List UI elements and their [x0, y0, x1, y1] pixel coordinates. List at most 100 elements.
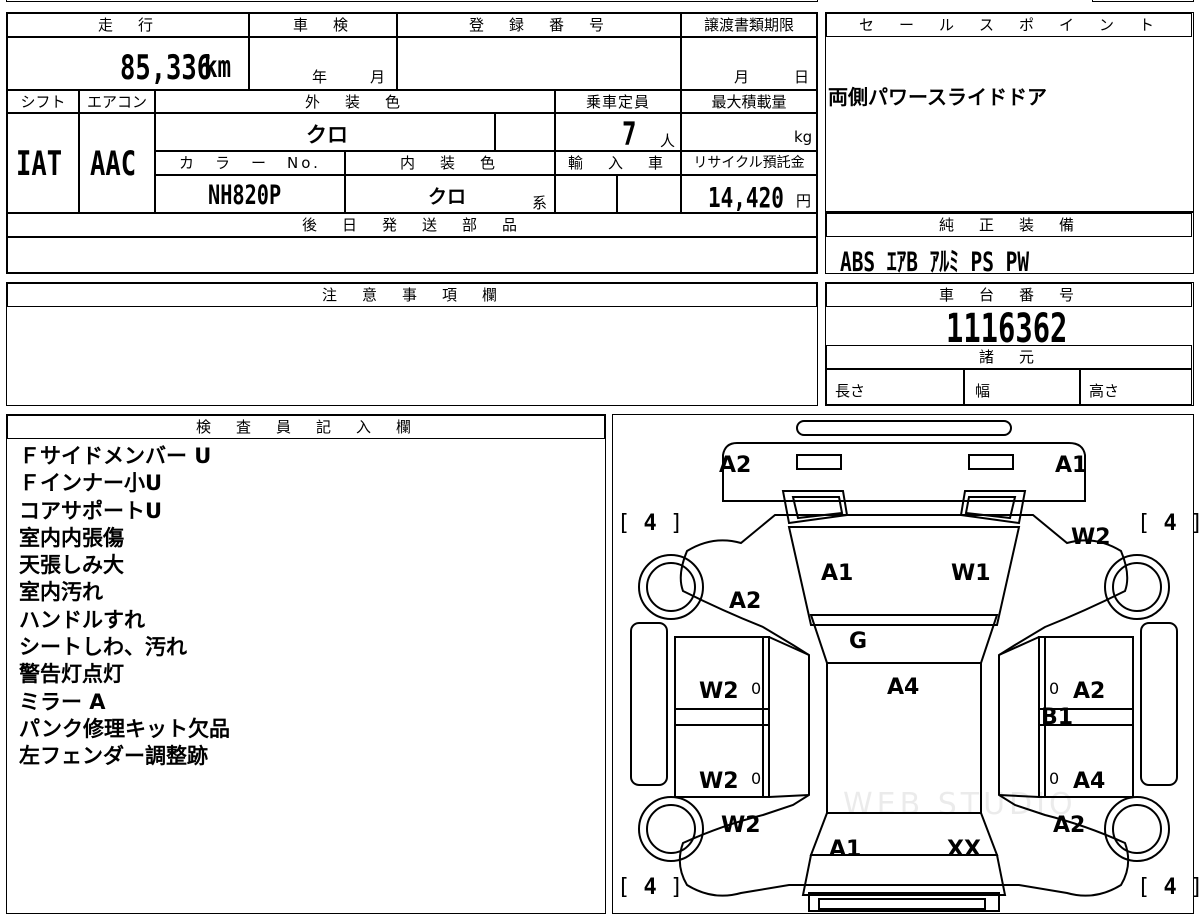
inspection-header: 車 検 [249, 13, 397, 37]
color-no-header: カ ラ ー No. [155, 151, 345, 175]
spec-height-label: 高さ [1089, 382, 1120, 400]
car-outline-diagram [630, 420, 1178, 912]
recycle-cell: 14,420 円 [681, 175, 817, 214]
inspector-note: Ｆサイドメンバー U [19, 444, 212, 468]
damage-left-front-fender: A2 [729, 589, 762, 614]
color-no-cell: NH820P [155, 175, 345, 213]
spec-height-cell: 高さ [1080, 369, 1192, 405]
transfer-month-label: 月 [734, 68, 750, 86]
inspector-note: 左フェンダー調整跡 [19, 744, 208, 769]
import-header: 輸 入 車 [555, 151, 681, 175]
inspector-note: 室内内張傷 [19, 525, 124, 550]
max-load-unit: kg [794, 128, 813, 146]
ac-header: エアコン [79, 90, 155, 113]
shift-value: IAT [16, 144, 63, 184]
max-load-header: 最大積載量 [681, 90, 817, 113]
mileage-cell: 85,336 km [7, 37, 249, 90]
tire-label-rear-right: [ 4 ] [1137, 875, 1200, 900]
inspector-box: 検 査 員 記 入 欄 Ｆサイドメンバー U Ｆインナー小U コアサポートU 室… [6, 414, 606, 914]
interior-color-value: クロ [428, 186, 467, 208]
damage-front-left-corner: A2 [719, 453, 752, 478]
spec-length-cell: 長さ [826, 369, 964, 405]
import-cell-b [617, 175, 681, 213]
sales-point-header: セ ー ル ス ポ イ ン ト [826, 13, 1192, 37]
notes-box: 注 意 事 項 欄 [6, 282, 818, 406]
chassis-box: 車 台 番 号 1116362 諸 元 長さ 幅 高さ [825, 282, 1194, 406]
recycle-header: リサイクル預託金 [681, 151, 817, 175]
exterior-color-cell: クロ [155, 113, 495, 151]
inspector-note: 警告灯点灯 [19, 662, 124, 687]
transfer-deadline-header: 譲渡書類期限 [681, 13, 817, 37]
inspector-note: ハンドルすれ [19, 607, 145, 632]
recycle-unit: 円 [796, 192, 812, 210]
exterior-color-header: 外 装 色 [155, 90, 555, 113]
max-load-cell: kg [681, 113, 817, 151]
import-cell-a [555, 175, 617, 213]
capacity-unit: 人 [660, 132, 676, 150]
capacity-value: 7 [622, 115, 637, 153]
damage-hood-left: A1 [821, 561, 854, 586]
inspector-note: 室内汚れ [19, 580, 103, 605]
later-parts-header: 後 日 発 送 部 品 [7, 213, 817, 237]
mileage-header: 走 行 [7, 13, 249, 37]
inspector-header: 検 査 員 記 入 欄 [7, 415, 605, 439]
inspection-cell: 年 月 [249, 37, 397, 90]
inspector-note: シートしわ、汚れ [19, 635, 187, 660]
car-diagram-box: [ 4 ] [ 4 ] [ 4 ] [ 4 ] A2 A1 A1 W1 A2 W… [612, 414, 1200, 914]
ac-value: AAC [90, 144, 137, 184]
transfer-day-label: 日 [794, 68, 810, 86]
registration-cell [397, 37, 681, 90]
damage-left-front-door: W2 [699, 679, 739, 704]
inspector-note: コアサポートU [19, 498, 163, 523]
sales-point-box: セ ー ル ス ポ イ ン ト 両側パワースライドドア [825, 12, 1194, 212]
zero-mark: 0 [751, 769, 762, 788]
damage-left-rear-door: W2 [699, 769, 739, 794]
damage-front-right-corner: A1 [1055, 453, 1088, 478]
damage-roof: A4 [887, 675, 920, 700]
inspector-notes-list: Ｆサイドメンバー U Ｆインナー小U コアサポートU 室内内張傷 天張しみ大 室… [19, 443, 230, 771]
spec-width-label: 幅 [975, 382, 991, 400]
color-no-value: NH820P [208, 180, 282, 211]
ac-cell: AAC [79, 113, 155, 213]
damage-windshield: G [849, 629, 868, 654]
standard-equipment-header: 純 正 装 備 [826, 213, 1192, 237]
inspector-note: Ｆインナー小U [19, 471, 163, 496]
damage-left-rear-fender: W2 [721, 813, 761, 838]
zero-mark: 0 [1049, 769, 1060, 788]
damage-rear-left: A1 [829, 837, 862, 862]
inspector-note: パンク修理キット欠品 [19, 716, 231, 741]
interior-color-suffix: 系 [532, 194, 548, 212]
top-strip [6, 0, 818, 2]
zero-mark: 0 [1049, 679, 1060, 698]
shift-header: シフト [7, 90, 79, 113]
interior-color-cell: クロ 系 [345, 175, 555, 213]
damage-right-rear-door: A4 [1073, 769, 1106, 794]
registration-header: 登 録 番 号 [397, 13, 681, 37]
notes-header: 注 意 事 項 欄 [7, 283, 817, 307]
sales-point-text: 両側パワースライドドア [828, 85, 1047, 109]
transfer-cell: 月 日 [681, 37, 817, 90]
zero-mark: 0 [751, 679, 762, 698]
later-parts-cell [7, 237, 817, 273]
exterior-color-value: クロ [306, 123, 348, 147]
damage-right-front-fender: W2 [1071, 525, 1111, 550]
watermark: WEB STUDIO [843, 787, 1077, 822]
capacity-cell: 7 人 [555, 113, 681, 153]
capacity-header: 乗車定員 [555, 90, 681, 113]
tire-label-rear-left: [ 4 ] [617, 875, 684, 900]
damage-hood-right: W1 [951, 561, 991, 586]
standard-equipment-box: 純 正 装 備 ABS ｴｱB ｱﾙﾐ PS PW [825, 212, 1194, 278]
tire-label-front-right: [ 4 ] [1137, 511, 1200, 536]
mileage-unit: km [204, 50, 232, 85]
spec-width-cell: 幅 [964, 369, 1080, 405]
inspection-month-label: 月 [370, 68, 386, 86]
inspector-note: 天張しみ大 [19, 553, 124, 578]
exterior-color-extra-cell [495, 113, 555, 151]
recycle-value: 14,420 [708, 181, 784, 214]
tire-label-front-left: [ 4 ] [617, 511, 684, 536]
mileage-value: 85,336 [120, 48, 213, 88]
interior-color-header: 内 装 色 [345, 151, 555, 175]
spec-length-label: 長さ [835, 382, 866, 400]
specs-header: 諸 元 [826, 345, 1192, 369]
vehicle-info-table: 走 行 車 検 登 録 番 号 譲渡書類期限 85,336 km 年 月 月 日… [6, 12, 818, 274]
